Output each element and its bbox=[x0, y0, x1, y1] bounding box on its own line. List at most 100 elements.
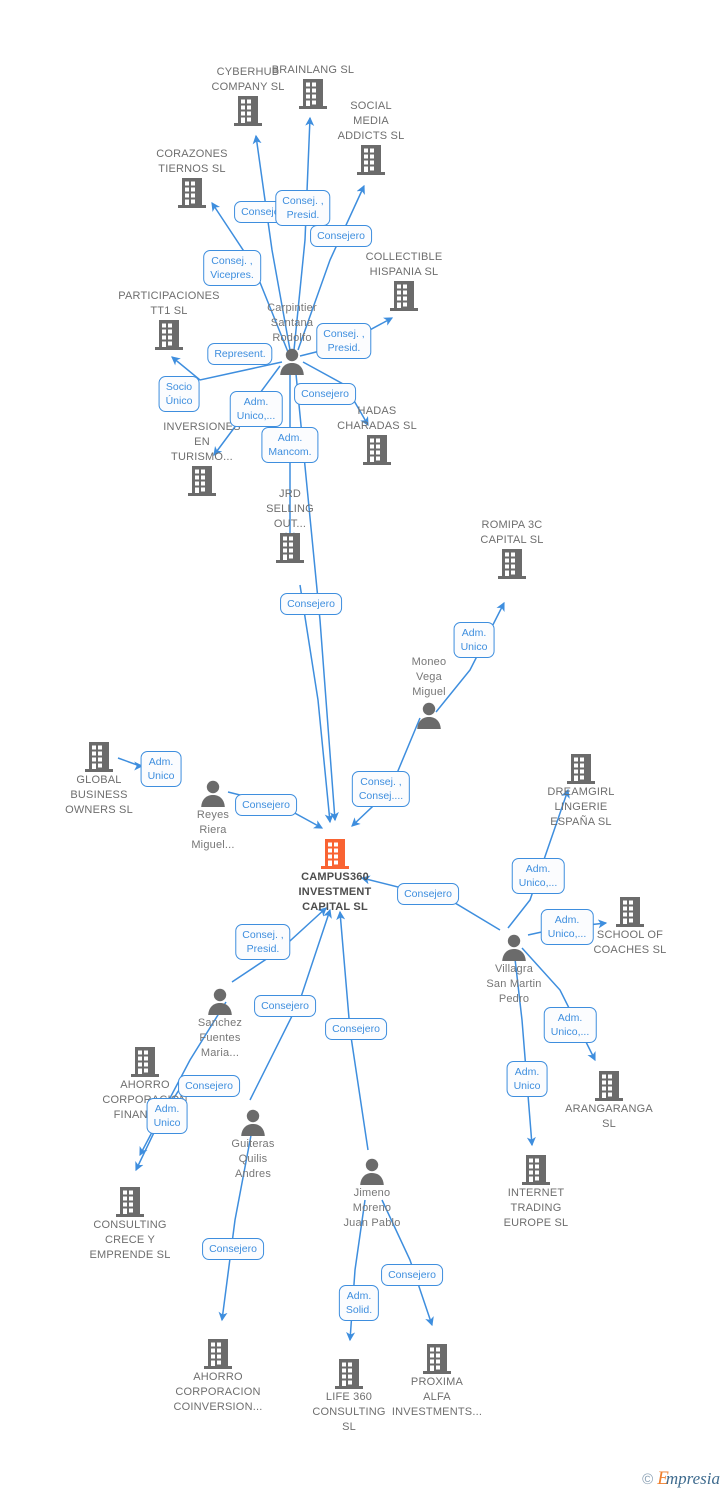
company-building-icon bbox=[270, 838, 400, 870]
company-building-icon bbox=[498, 549, 526, 579]
person-icon bbox=[241, 1109, 265, 1136]
node-label: DREAMGIRL LINGERIE ESPAÑA SL bbox=[547, 786, 615, 828]
company-building-icon bbox=[357, 145, 385, 175]
relation-label-villagra-arangaranga[interactable]: Adm. Unico,... bbox=[543, 1007, 597, 1043]
company-building-icon bbox=[423, 1344, 451, 1374]
relation-label-sanchez-ahorrofin[interactable]: Adm. Unico bbox=[146, 1098, 188, 1134]
graph-node-jimeno[interactable]: Jimeno Moreno Juan Pablo bbox=[307, 1156, 437, 1231]
relation-label-villagra-dreamgirl[interactable]: Adm. Unico,... bbox=[511, 858, 565, 894]
graph-node-hadas[interactable]: HADAS CHARADAS SL bbox=[312, 404, 442, 466]
relation-label-jimeno-proxima[interactable]: Consejero bbox=[381, 1264, 443, 1286]
relation-label-carpintier-socialmedia[interactable]: Consejero bbox=[310, 225, 372, 247]
graph-node-arangaranga[interactable]: ARANGARANGA SL bbox=[544, 1070, 674, 1132]
graph-node-internet[interactable]: INTERNET TRADING EUROPE SL bbox=[471, 1154, 601, 1231]
relation-label-carpintier-brainlang[interactable]: Consej. , Presid. bbox=[275, 190, 331, 226]
person-icon bbox=[360, 1158, 384, 1185]
node-label: INTERNET TRADING EUROPE SL bbox=[503, 1187, 569, 1229]
company-building-icon bbox=[131, 1047, 159, 1077]
node-label: JRD SELLING OUT... bbox=[266, 488, 314, 530]
node-label: CAMPUS360 INVESTMENT CAPITAL SL bbox=[298, 871, 372, 913]
relation-label-jimeno-life360[interactable]: Adm. Solid. bbox=[338, 1285, 380, 1321]
relation-label-moneo-romipa[interactable]: Adm. Unico bbox=[453, 622, 495, 658]
graph-node-romipa[interactable]: ROMIPA 3C CAPITAL SL bbox=[447, 518, 577, 580]
company-building-icon bbox=[155, 320, 183, 350]
node-label: BRAINLANG SL bbox=[271, 64, 355, 76]
brand-wordmark: Empresia bbox=[657, 1468, 720, 1489]
company-building-icon bbox=[335, 1359, 363, 1389]
node-label: CONSULTING CRECE Y EMPRENDE SL bbox=[89, 1219, 171, 1261]
company-building-icon bbox=[363, 435, 391, 465]
relation-label-carpintier-collectible[interactable]: Consej. , Presid. bbox=[316, 323, 372, 359]
graph-node-consulting[interactable]: CONSULTING CRECE Y EMPRENDE SL bbox=[65, 1186, 195, 1263]
graph-node-corazones[interactable]: CORAZONES TIERNOS SL bbox=[127, 147, 257, 209]
graph-node-participaciones[interactable]: PARTICIPACIONES TT1 SL bbox=[104, 289, 234, 351]
relation-label-guiteras-campus360[interactable]: Consejero bbox=[254, 995, 316, 1017]
graph-node-life360[interactable]: LIFE 360 CONSULTING SL bbox=[284, 1358, 414, 1435]
person-icon bbox=[417, 702, 441, 729]
relation-label-reyes-campus360[interactable]: Consejero bbox=[235, 794, 297, 816]
company-building-icon bbox=[116, 1187, 144, 1217]
graph-node-dreamgirl[interactable]: DREAMGIRL LINGERIE ESPAÑA SL bbox=[516, 753, 646, 830]
graph-node-moneo[interactable]: Moneo Vega Miguel bbox=[364, 655, 494, 730]
company-building-icon bbox=[390, 281, 418, 311]
node-label: AHORRO CORPORACION COINVERSION... bbox=[173, 1371, 263, 1413]
relation-label-carpintier-inversiones[interactable]: Adm. Unico,... bbox=[229, 391, 283, 427]
person-icon bbox=[280, 348, 304, 375]
company-building-icon bbox=[306, 144, 436, 176]
node-label: PARTICIPACIONES TT1 SL bbox=[118, 290, 220, 317]
person-avatar-icon bbox=[364, 700, 494, 730]
relation-label-jrd-campus360[interactable]: Consejero bbox=[280, 593, 342, 615]
relation-label-carpintier-hadas[interactable]: Consejero bbox=[294, 383, 356, 405]
edge-jrd-to-campus360 bbox=[299, 584, 334, 824]
company-building-icon bbox=[65, 1186, 195, 1218]
company-building-icon bbox=[80, 1046, 210, 1078]
relation-label-villagra-schoolcoach[interactable]: Adm. Unico,... bbox=[540, 909, 594, 945]
node-label: COLLECTIBLE HISPANIA SL bbox=[365, 251, 443, 278]
relation-label-villagra-internet[interactable]: Adm. Unico bbox=[506, 1061, 548, 1097]
company-building-icon bbox=[204, 1339, 232, 1369]
company-building-icon bbox=[312, 434, 442, 466]
company-building-icon bbox=[471, 1154, 601, 1186]
graph-node-socialmedia[interactable]: SOCIAL MEDIA ADDICTS SL bbox=[306, 99, 436, 176]
graph-node-inversiones[interactable]: INVERSIONES EN TURISMO... bbox=[137, 420, 267, 497]
person-icon bbox=[201, 780, 225, 807]
graph-node-collectible[interactable]: COLLECTIBLE HISPANIA SL bbox=[339, 250, 469, 312]
node-label: CORAZONES TIERNOS SL bbox=[156, 148, 228, 175]
relation-label-represent[interactable]: Represent. bbox=[207, 343, 273, 365]
graph-node-ahorrocoinv[interactable]: AHORRO CORPORACION COINVERSION... bbox=[153, 1338, 283, 1415]
copyright-icon: © bbox=[642, 1470, 654, 1488]
relation-label-globalbiz-reyes[interactable]: Adm. Unico bbox=[140, 751, 182, 787]
relation-label-carpintier-participaciones[interactable]: Socio Único bbox=[158, 376, 200, 412]
graph-node-jrd[interactable]: JRD SELLING OUT... bbox=[225, 487, 355, 564]
network-graph-canvas: CYBERHUB COMPANY SL BRAINLANG SL SOCIAL ME… bbox=[0, 0, 728, 1500]
relation-label-sanchez-campus360[interactable]: Consej. , Presid. bbox=[235, 924, 291, 960]
node-label: Moneo Vega Miguel bbox=[411, 656, 447, 698]
graph-node-guiteras[interactable]: Guiteras Quilis Andres bbox=[188, 1107, 318, 1182]
company-building-icon bbox=[85, 742, 113, 772]
company-building-icon bbox=[447, 548, 577, 580]
person-avatar-icon bbox=[188, 1107, 318, 1137]
company-building-icon bbox=[178, 178, 206, 208]
empresia-watermark: © Empresia bbox=[642, 1468, 720, 1490]
graph-node-campus360[interactable]: CAMPUS360 INVESTMENT CAPITAL SL bbox=[270, 838, 400, 915]
relation-label-ahorrofin-consulting[interactable]: Consejero bbox=[178, 1075, 240, 1097]
relation-label-moneo-campus360[interactable]: Consej. , Consej.... bbox=[351, 771, 411, 807]
node-label: SOCIAL MEDIA ADDICTS SL bbox=[337, 100, 405, 142]
relation-label-guiteras-ahorrocoinv[interactable]: Consejero bbox=[202, 1238, 264, 1260]
relation-label-jimeno-campus360[interactable]: Consejero bbox=[325, 1018, 387, 1040]
company-building-icon bbox=[276, 533, 304, 563]
company-building-icon bbox=[339, 280, 469, 312]
company-building-icon bbox=[522, 1155, 550, 1185]
node-label: Jimeno Moreno Juan Pablo bbox=[343, 1187, 401, 1229]
node-label: Villagra San Martin Pedro bbox=[486, 963, 542, 1005]
node-label: ARANGARANGA SL bbox=[565, 1103, 653, 1130]
company-building-icon bbox=[544, 1070, 674, 1102]
company-building-icon bbox=[595, 1071, 623, 1101]
relation-label-carpintier-corazones[interactable]: Consej. , Vicepres. bbox=[203, 250, 261, 286]
node-label: ROMIPA 3C CAPITAL SL bbox=[480, 519, 544, 546]
relation-label-carpintier-jrd[interactable]: Adm. Mancom. bbox=[261, 427, 319, 463]
company-building-icon bbox=[321, 839, 349, 869]
person-avatar-icon bbox=[307, 1156, 437, 1186]
relation-label-villagra-campus360[interactable]: Consejero bbox=[397, 883, 459, 905]
company-building-icon bbox=[567, 754, 595, 784]
